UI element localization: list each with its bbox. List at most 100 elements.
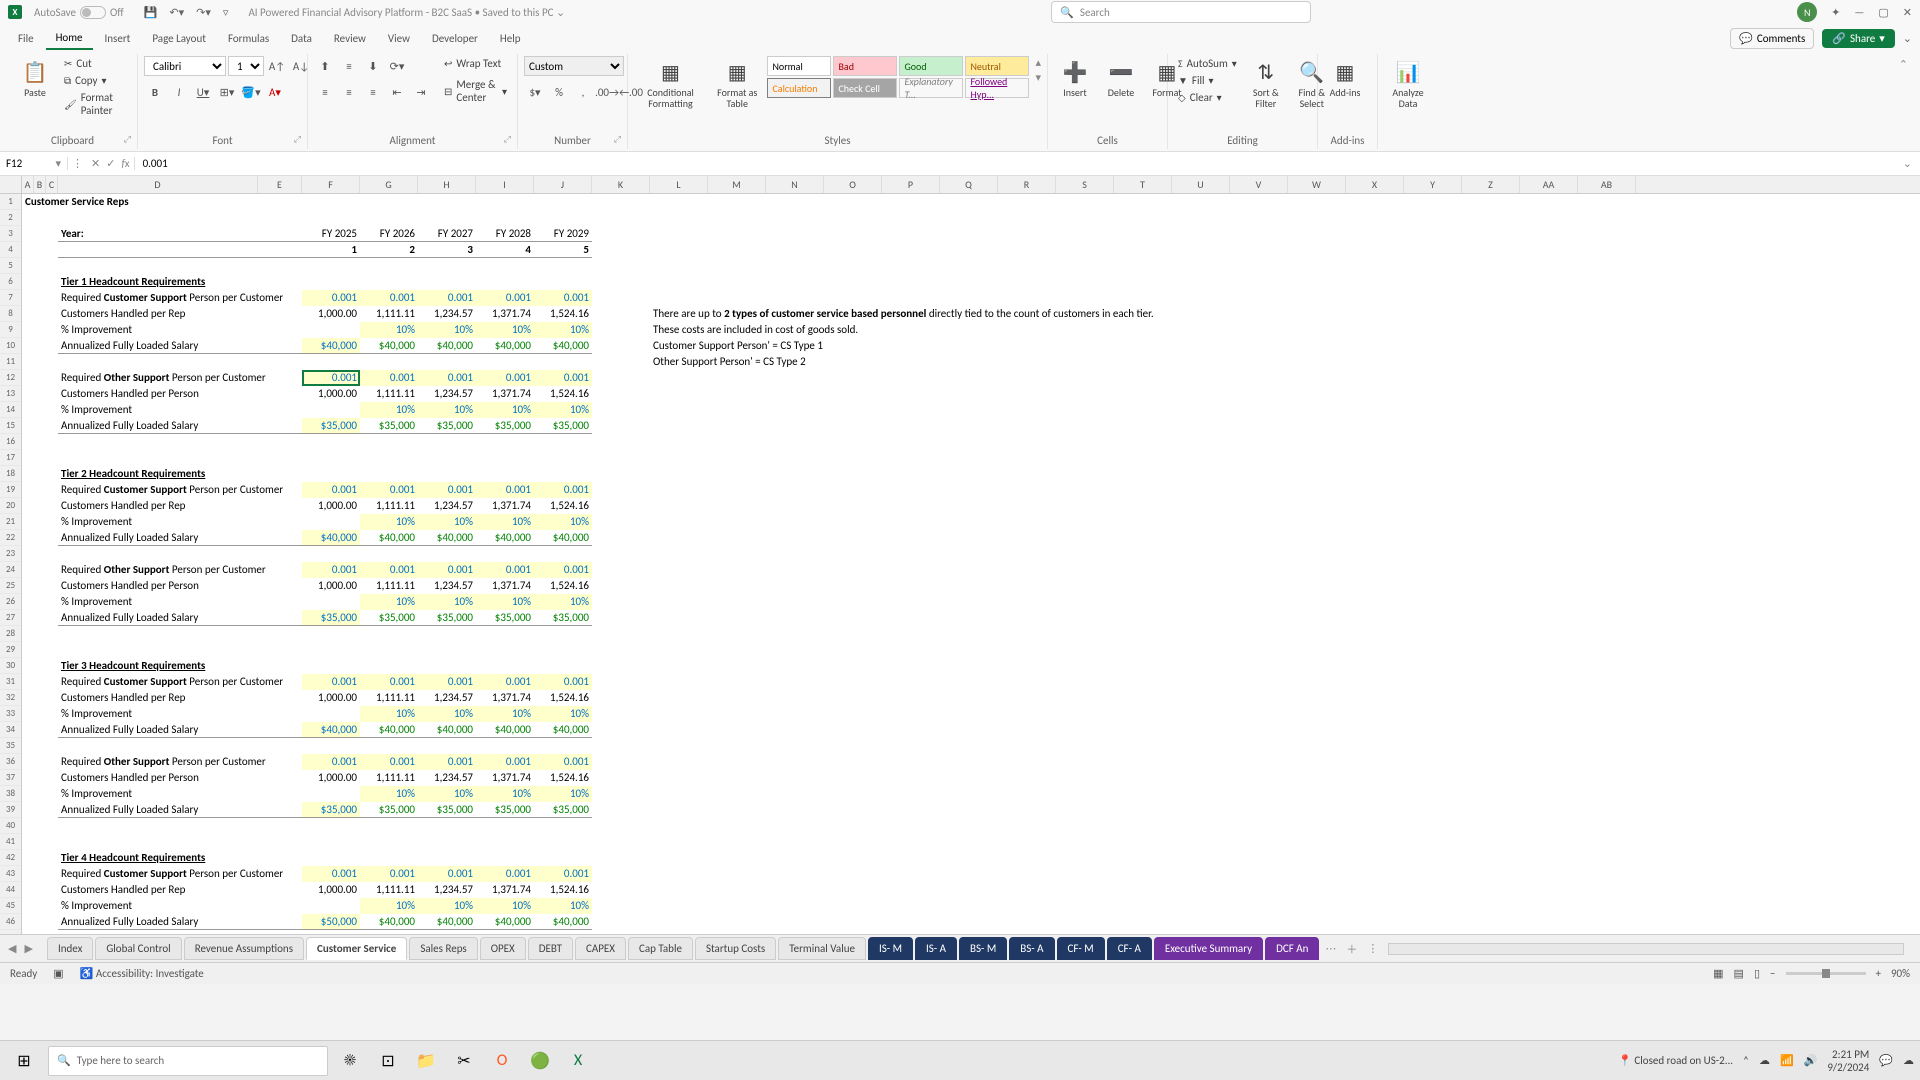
sheet-tab-bs--a[interactable]: BS- A (1009, 937, 1054, 960)
col-W[interactable]: W (1288, 176, 1346, 193)
cell-D30[interactable]: Tier 3 Headcount Requirements (58, 658, 298, 674)
weather-icon[interactable]: ☀ (334, 1045, 366, 1077)
align-left-icon[interactable]: ≡ (314, 82, 336, 102)
formula-input[interactable]: 0.001 (135, 157, 176, 170)
cell-H8[interactable]: 1,234.57 (418, 306, 476, 322)
col-S[interactable]: S (1056, 176, 1114, 193)
redo-icon[interactable]: ↷▾ (196, 6, 211, 19)
sheet-tab-capex[interactable]: CAPEX (575, 937, 626, 960)
cell-G33[interactable]: 10% (360, 706, 418, 722)
row-1[interactable]: 1 (0, 194, 21, 210)
row-19[interactable]: 19 (0, 482, 21, 498)
cell-G20[interactable]: 1,111.11 (360, 498, 418, 514)
cell-H24[interactable]: 0.001 (418, 562, 476, 578)
col-F[interactable]: F (302, 176, 360, 193)
cell-H22[interactable]: $40,000 (418, 530, 476, 546)
border-button[interactable]: ⊞▾ (216, 82, 238, 102)
cell-H12[interactable]: 0.001 (418, 370, 476, 386)
cell-I43[interactable]: 0.001 (476, 866, 534, 882)
cell-G43[interactable]: 0.001 (360, 866, 418, 882)
taskbar-search[interactable]: 🔍 Type here to search (48, 1046, 328, 1076)
cell-I27[interactable]: $35,000 (476, 610, 534, 626)
row-39[interactable]: 39 (0, 802, 21, 818)
sheet-tab-cf--m[interactable]: CF- M (1057, 937, 1105, 960)
cell-I31[interactable]: 0.001 (476, 674, 534, 690)
cell-F24[interactable]: 0.001 (302, 562, 360, 578)
cell-F4[interactable]: 1 (302, 242, 360, 258)
cell-I4[interactable]: 4 (476, 242, 534, 258)
row-24[interactable]: 24 (0, 562, 21, 578)
cell-F44[interactable]: 1,000.00 (302, 882, 360, 898)
cell-D12[interactable]: Required Other Support Person per Custom… (58, 370, 298, 386)
snip-icon[interactable]: ✂ (448, 1045, 480, 1077)
col-J[interactable]: J (534, 176, 592, 193)
cell-H39[interactable]: $35,000 (418, 802, 476, 818)
merge-center-button[interactable]: ⊟ Merge & Center ▾ (440, 77, 511, 105)
cell-G7[interactable]: 0.001 (360, 290, 418, 306)
cell-D20[interactable]: Customers Handled per Rep (58, 498, 298, 514)
cell-D13[interactable]: Customers Handled per Person (58, 386, 298, 402)
row-36[interactable]: 36 (0, 754, 21, 770)
opera-icon[interactable]: O (486, 1045, 518, 1077)
col-D[interactable]: D (58, 176, 258, 193)
style-good[interactable]: Good (899, 56, 963, 76)
cell-L9[interactable]: These costs are included in cost of good… (650, 322, 1050, 338)
cell-G10[interactable]: $40,000 (360, 338, 418, 354)
cell-F32[interactable]: 1,000.00 (302, 690, 360, 706)
zoom-slider[interactable] (1786, 972, 1866, 975)
cell-J36[interactable]: 0.001 (534, 754, 592, 770)
sort-filter-button[interactable]: ⇅Sort & Filter (1245, 56, 1287, 113)
comments-button[interactable]: 💬 Comments (1730, 28, 1814, 49)
cell-G9[interactable]: 10% (360, 322, 418, 338)
inc-decimal-icon[interactable]: .00→ (596, 82, 618, 102)
cell-D24[interactable]: Required Other Support Person per Custom… (58, 562, 298, 578)
cell-H3[interactable]: FY 2027 (418, 226, 476, 242)
italic-button[interactable]: I (168, 82, 190, 102)
col-O[interactable]: O (824, 176, 882, 193)
number-format-select[interactable]: Custom (524, 56, 624, 76)
cell-I3[interactable]: FY 2028 (476, 226, 534, 242)
cell-G25[interactable]: 1,111.11 (360, 578, 418, 594)
style-calculation[interactable]: Calculation (767, 78, 831, 98)
cell-J34[interactable]: $40,000 (534, 722, 592, 738)
cell-D25[interactable]: Customers Handled per Person (58, 578, 298, 594)
cell-F3[interactable]: FY 2025 (302, 226, 360, 242)
cell-H13[interactable]: 1,234.57 (418, 386, 476, 402)
indent-dec-icon[interactable]: ⇤ (386, 82, 408, 102)
sheet-tab-bs--m[interactable]: BS- M (959, 937, 1007, 960)
cell-J33[interactable]: 10% (534, 706, 592, 722)
file-explorer-icon[interactable]: 📁 (410, 1045, 442, 1077)
cell-F10[interactable]: $40,000 (302, 338, 360, 354)
row-46[interactable]: 46 (0, 914, 21, 930)
worksheet-grid[interactable]: Customer Service RepsYear:FY 20251FY 202… (22, 194, 1920, 934)
tray-up-icon[interactable]: ˄ (1743, 1054, 1749, 1067)
cell-E34[interactable] (258, 722, 302, 738)
row-43[interactable]: 43 (0, 866, 21, 882)
cell-J44[interactable]: 1,524.16 (534, 882, 592, 898)
cell-G37[interactable]: 1,111.11 (360, 770, 418, 786)
cell-D3[interactable]: Year: (58, 226, 258, 242)
tab-review[interactable]: Review (324, 28, 376, 49)
cell-G15[interactable]: $35,000 (360, 418, 418, 434)
cell-J45[interactable]: 10% (534, 898, 592, 914)
cell-G24[interactable]: 0.001 (360, 562, 418, 578)
insert-cells-button[interactable]: ➕Insert (1054, 56, 1096, 102)
sheet-tab-startup-costs[interactable]: Startup Costs (695, 937, 776, 960)
cell-F34[interactable]: $40,000 (302, 722, 360, 738)
tab-developer[interactable]: Developer (422, 28, 488, 49)
underline-button[interactable]: U▾ (192, 82, 214, 102)
row-7[interactable]: 7 (0, 290, 21, 306)
search-box[interactable]: 🔍 Search (1051, 1, 1311, 23)
sheet-tab-revenue-assumptions[interactable]: Revenue Assumptions (184, 937, 304, 960)
row-44[interactable]: 44 (0, 882, 21, 898)
fill-button[interactable]: ▼ Fill ▾ (1174, 73, 1241, 88)
cell-D18[interactable]: Tier 2 Headcount Requirements (58, 466, 298, 482)
row-15[interactable]: 15 (0, 418, 21, 434)
col-N[interactable]: N (766, 176, 824, 193)
col-Z[interactable]: Z (1462, 176, 1520, 193)
cell-L8[interactable]: There are up to 2 types of customer serv… (650, 306, 1150, 322)
wifi-icon[interactable]: 📶 (1780, 1054, 1794, 1067)
sheet-tab-terminal-value[interactable]: Terminal Value (778, 937, 866, 960)
sheet-overflow-icon[interactable]: ⋯ (1325, 942, 1336, 955)
cell-G12[interactable]: 0.001 (360, 370, 418, 386)
